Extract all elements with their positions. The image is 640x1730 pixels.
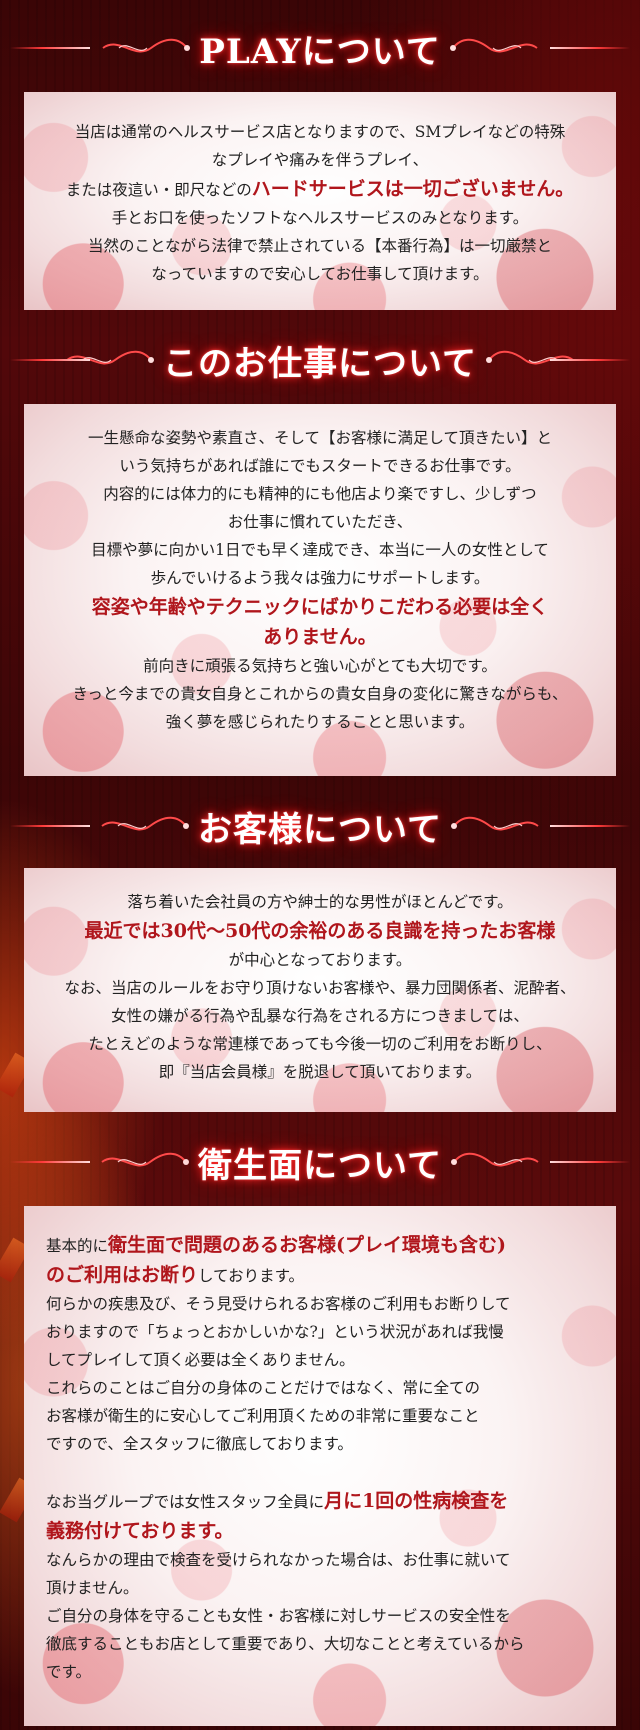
line-lead: 基本的に [46,1237,109,1255]
body-line: なお当グループでは女性スタッフ全員に月に1回の性病検査を [46,1486,600,1516]
line-tail: しております。 [198,1267,305,1285]
body-line: 前向きに頑張る気持ちと強い心がとても大切です。 [143,657,497,675]
body-line: おりますので「ちょっとおかしいかな?」という状況があれば我慢 [46,1323,504,1341]
divider-line [10,359,90,361]
section-header-customers: お客様について [0,794,640,858]
highlight-text: 衛生面で問題のあるお客様(プレイ環境も含む) [108,1234,506,1256]
body-line: 落ち着いた会社員の方や紳士的な男性がほとんどです。 [127,893,513,911]
section-panel-play: 当店は通常のヘルスサービス店となりますので、SMプレイなどの特殊 なプレイや痛み… [24,92,616,310]
section-title: お客様について [198,809,442,850]
body-line: が中心となっております。 [228,951,412,969]
flourish-ornament-icon [449,38,538,53]
body-line: のご利用はお断りしております。 [46,1260,600,1290]
body-line: ご自分の身体を守ることも女性・お客様に対しサービスの安全性を [46,1607,511,1625]
body-line: ですので、全スタッフに徹底しております。 [46,1435,353,1453]
flourish-ornament-icon [101,816,189,831]
body-line: 当店は通常のヘルスサービス店となりますので、SMプレイなどの特殊 [74,123,566,141]
body-line: たとえどのような常連様であっても今後一切のご利用をお断りし、 [88,1035,552,1053]
section-title: このお仕事について [163,343,477,384]
divider-line [10,825,90,827]
highlight-text: ハードサービスは一切ございません。 [251,178,575,200]
flourish-ornament-icon [450,1152,539,1167]
body-line: なっていますので安心してお仕事して頂けます。 [151,265,489,283]
body-line: なプレイや痛みを伴うプレイ、 [211,151,429,169]
body-line: いう気持ちがあれば誰にでもスタートできるお仕事です。 [119,457,521,475]
body-line: 何らかの疾患及び、そう見受けられるお客様のご利用もお断りして [46,1295,511,1313]
body-line: 頂けません。 [46,1579,139,1597]
body-line: なお、当店のルールをお守り頂けないお客様や、暴力団関係者、泥酔者、 [64,979,576,997]
section-header-play: PLAYについて [0,16,640,80]
highlight-text: ありません。 [263,626,377,648]
body-line: お仕事に慣れていただき、 [227,513,413,531]
flourish-ornament-icon [450,816,539,831]
body-line: きっと今までの貴女自身とこれからの貴女自身の変化に驚きながらも、 [72,685,568,703]
line-lead: なお当グループでは女性スタッフ全員に [46,1493,325,1511]
body-line: です。 [46,1663,91,1681]
highlight-text: のご利用はお断り [46,1264,199,1286]
body-line: 一生懸命な姿勢や素直さ、そして【お客様に満足して頂きたい】と [87,429,553,447]
section-panel-customers: 落ち着いた会社員の方や紳士的な男性がほとんどです。 最近では30代～50代の余裕… [24,868,616,1112]
body-line: 女性の嫌がる行為や乱暴な行為をされる方につきましては、 [111,1007,529,1025]
body-line: してプレイして頂く必要は全くありません。 [46,1351,355,1369]
body-line: または夜這い・即尺などのハードサービスは一切ございません。 [24,174,616,204]
line-lead: または夜這い・即尺などの [65,181,252,199]
section-header-hygiene: 衛生面について [0,1130,640,1194]
body-line: なんらかの理由で検査を受けられなかった場合は、お仕事に就いて [46,1551,511,1569]
divider-line [10,1161,90,1163]
body-line: 歩んでいけるよう我々は強力にサポートします。 [150,569,490,587]
highlight-text: 月に1回の性病検査を [324,1490,509,1512]
divider-line [10,47,90,49]
body-line: お客様が衛生的に安心してご利用頂くための非常に重要なこと [46,1407,480,1425]
section-header-work: このお仕事について [0,328,640,392]
section-title: PLAYについて [199,31,441,72]
section-panel-hygiene: 基本的に衛生面で問題のあるお客様(プレイ環境も含む) のご利用はお断りしておりま… [24,1206,616,1726]
divider-line [550,825,630,827]
divider-line [550,359,630,361]
body-line: 徹底することもお店として重要であり、大切なことと考えているから [46,1635,525,1653]
flourish-ornament-icon [102,38,191,53]
body-line: 即『当店会員様』を脱退して頂いております。 [158,1063,482,1081]
section-title: 衛生面について [198,1145,442,1186]
body-line: 強く夢を感じられたりすることと思います。 [165,713,475,731]
divider-line [550,47,630,49]
highlight-text: 義務付けております。 [46,1520,234,1542]
highlight-text: 最近では30代～50代の余裕のある良識を持ったお客様 [84,920,556,942]
body-line: 基本的に衛生面で問題のあるお客様(プレイ環境も含む) [46,1230,600,1260]
highlight-text: 容姿や年齢やテクニックにばかりこだわる必要は全く [91,596,549,618]
body-line: これらのことはご自分の身体のことだけではなく、常に全ての [46,1379,481,1397]
body-line: 目標や夢に向かい1日でも早く達成でき、本当に一人の女性として [91,541,549,559]
body-line: 当然のことながら法律で禁止されている【本番行為】は一切厳禁と [87,237,553,255]
flourish-ornament-icon [101,1152,189,1167]
body-line: 手とお口を使ったソフトなヘルスサービスのみとなります。 [111,209,529,227]
divider-line [550,1161,630,1163]
section-panel-work: 一生懸命な姿勢や素直さ、そして【お客様に満足して頂きたい】と いう気持ちがあれば… [24,404,616,776]
body-line: 内容的には体力的にも精神的にも他店より楽ですし、少しずつ [103,485,537,503]
